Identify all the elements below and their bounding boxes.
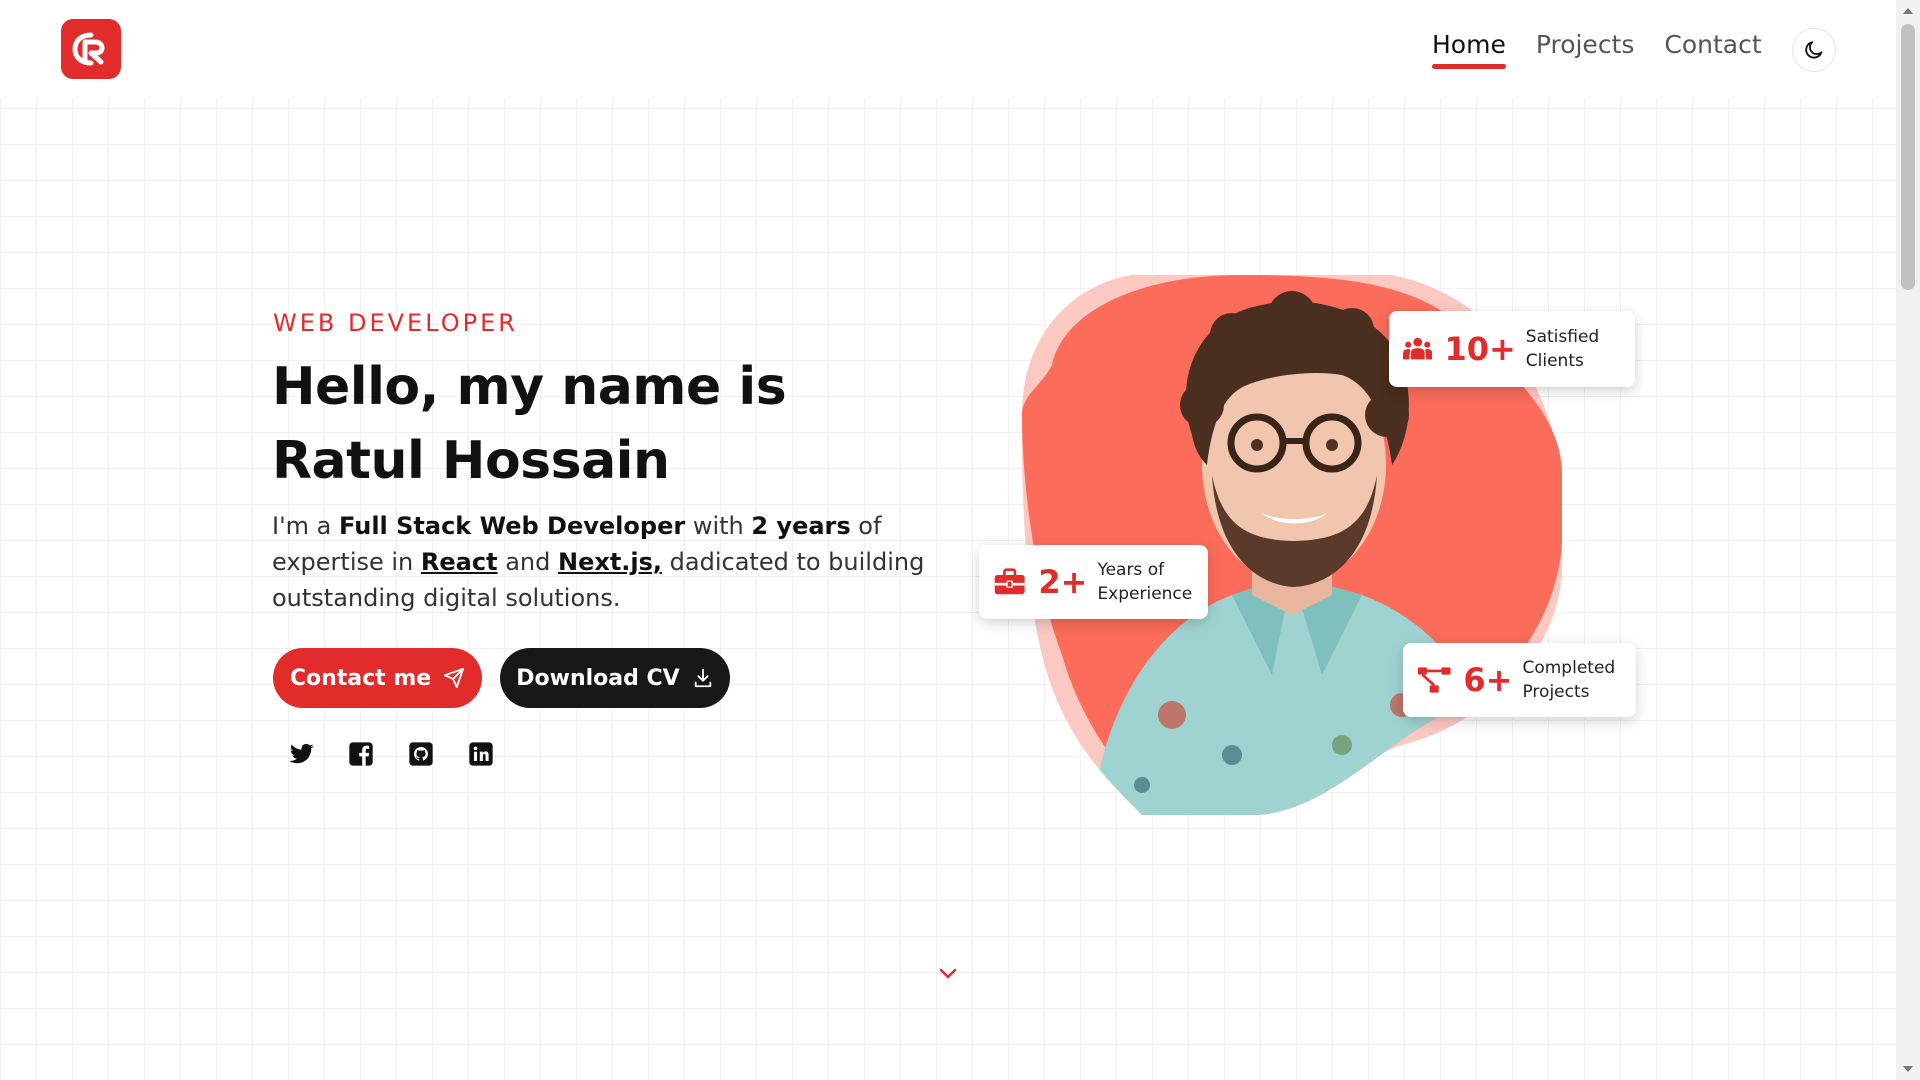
stat-card-clients: 10+ Satisfied Clients xyxy=(1389,311,1635,387)
page-scrollbar[interactable] xyxy=(1896,0,1920,1080)
briefcase-icon xyxy=(994,568,1025,595)
stat-clients-value: 10+ xyxy=(1444,330,1516,368)
headline-line-2: Ratul Hossain xyxy=(272,431,670,491)
hero-eyebrow: WEB DEVELOPER xyxy=(273,309,518,337)
intro-link-react[interactable]: React xyxy=(421,548,498,576)
hero-intro: I'm a Full Stack Web Developer with 2 ye… xyxy=(272,508,932,616)
linkedin-icon[interactable] xyxy=(467,740,495,768)
stat-clients-label: Satisfied Clients xyxy=(1525,327,1600,371)
nav-home[interactable]: Home xyxy=(1432,30,1506,69)
nav-contact[interactable]: Contact xyxy=(1664,30,1761,65)
site-header: Home Projects Contact xyxy=(0,0,1896,98)
flowchart-icon xyxy=(1417,667,1451,693)
intro-text-1: I'm a xyxy=(272,512,340,540)
intro-role: Full Stack Web Developer xyxy=(339,512,686,540)
stat-card-projects: 6+ Completed Projects xyxy=(1403,643,1636,717)
stat-card-experience: 2+ Years of Experience xyxy=(979,545,1208,619)
contact-me-label: Contact me xyxy=(289,665,432,691)
moon-icon xyxy=(1805,41,1823,59)
download-cv-label: Download CV xyxy=(516,665,680,691)
scroll-down-button[interactable] xyxy=(936,962,960,986)
theme-toggle-button[interactable] xyxy=(1792,28,1836,72)
intro-text-4: and xyxy=(497,548,558,576)
main-nav: Home Projects Contact xyxy=(1432,30,1762,69)
intro-years: 2 years xyxy=(751,512,851,540)
github-icon[interactable] xyxy=(407,740,435,768)
users-icon xyxy=(1403,337,1433,360)
twitter-icon[interactable] xyxy=(287,740,315,768)
send-icon xyxy=(444,667,465,689)
logo[interactable] xyxy=(61,19,121,79)
headline-line-1: Hello, my name is xyxy=(272,357,787,417)
stat-experience-label: Years of Experience xyxy=(1097,560,1193,604)
intro-text-2: with xyxy=(685,512,752,540)
social-links xyxy=(287,740,495,768)
download-icon xyxy=(694,668,711,688)
download-cv-button[interactable]: Download CV xyxy=(500,648,730,708)
contact-me-button[interactable]: Contact me xyxy=(273,648,482,708)
intro-link-nextjs[interactable]: Next.js, xyxy=(558,548,662,576)
stat-projects-label: Completed Projects xyxy=(1522,658,1616,702)
scroll-down-arrow[interactable] xyxy=(1903,1066,1913,1072)
chevron-down-icon xyxy=(939,968,957,979)
logo-r-icon xyxy=(72,32,105,66)
stat-projects-value: 6+ xyxy=(1463,661,1513,699)
scrollbar-thumb[interactable] xyxy=(1901,24,1915,290)
scroll-up-arrow[interactable] xyxy=(1903,8,1913,14)
facebook-icon[interactable] xyxy=(347,740,375,768)
stat-experience-value: 2+ xyxy=(1038,563,1088,601)
hero-headline: Hello, my name is Ratul Hossain xyxy=(272,350,972,498)
nav-projects[interactable]: Projects xyxy=(1536,30,1635,65)
